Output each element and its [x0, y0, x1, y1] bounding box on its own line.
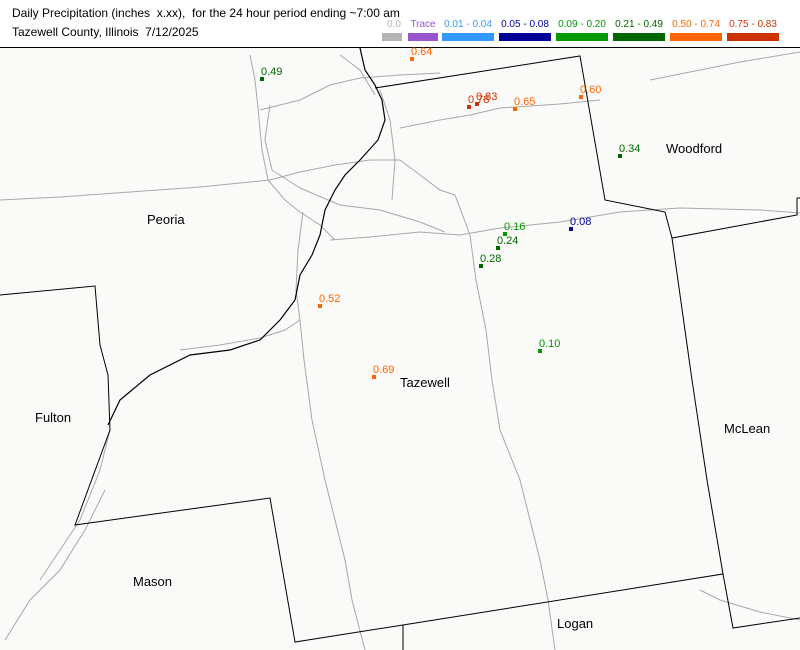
legend-item: 0.05 - 0.08 [499, 19, 551, 41]
legend-item: 0.21 - 0.49 [613, 19, 665, 41]
legend-swatch [442, 33, 494, 41]
legend-swatch [613, 33, 665, 41]
legend-swatch [499, 33, 551, 41]
station-value: 0.08 [570, 216, 592, 228]
legend-label: 0.21 - 0.49 [615, 19, 663, 30]
river-line [107, 48, 386, 426]
station-value: 0.65 [514, 96, 536, 108]
highway-line [259, 72, 441, 111]
county-label-mason: Mason [133, 574, 173, 589]
station-value: 0.64 [411, 46, 433, 58]
highway-line [179, 319, 301, 351]
highway-line [249, 54, 259, 109]
legend-label: 0.09 - 0.20 [558, 19, 606, 30]
map-header: Daily Precipitation (inches x.xx), for t… [0, 0, 800, 48]
station-value: 0.78 [468, 94, 490, 106]
county-label-logan: Logan [557, 616, 594, 631]
station-value: 0.34 [619, 143, 641, 155]
station-value: 0.16 [504, 221, 526, 233]
legend-item: 0.75 - 0.83 [727, 19, 779, 41]
map-title: Daily Precipitation (inches x.xx), for t… [12, 6, 400, 20]
legend-label: Trace [410, 19, 436, 30]
county-label-mclean: McLean [724, 421, 771, 436]
county-label-woodford: Woodford [666, 141, 723, 156]
highway-line [699, 589, 800, 621]
legend-label: 0.01 - 0.04 [444, 19, 492, 30]
station-value: 0.60 [580, 84, 602, 96]
highway-line [329, 207, 800, 241]
highway-line [0, 159, 471, 236]
highway-line [295, 211, 366, 650]
highway-line [339, 54, 376, 96]
legend-swatch [382, 33, 402, 41]
legend-swatch [727, 33, 779, 41]
station-value: 0.10 [539, 338, 561, 350]
highway-line [379, 89, 396, 201]
legend-swatch [670, 33, 722, 41]
highway-line [399, 99, 601, 129]
station-value: 0.52 [319, 293, 341, 305]
highway-line [649, 51, 800, 81]
legend-label: 0.0 [387, 19, 401, 30]
legend-item: 0.50 - 0.74 [670, 19, 722, 41]
highway-line [469, 234, 556, 650]
county-label-fulton: Fulton [35, 410, 72, 425]
station-value: 0.28 [480, 253, 502, 265]
highway-line [39, 429, 111, 581]
map-subtitle: Tazewell County, Illinois 7/12/2025 [12, 25, 199, 39]
precip-map: Peoria Woodford Fulton Tazewell McLean M… [0, 46, 800, 650]
legend-item: 0.09 - 0.20 [556, 19, 608, 41]
legend-swatch [408, 33, 438, 41]
legend-label: 0.05 - 0.08 [501, 19, 549, 30]
legend-label: 0.50 - 0.74 [672, 19, 720, 30]
station-value: 0.24 [497, 235, 519, 247]
county-label-tazewell: Tazewell [400, 375, 450, 390]
legend-item: Trace [408, 19, 438, 41]
station-value: 0.49 [261, 66, 283, 78]
county-border [0, 285, 800, 643]
legend-label: 0.75 - 0.83 [729, 19, 777, 30]
station-value: 0.69 [373, 364, 395, 376]
legend-swatch [556, 33, 608, 41]
highway-line [4, 489, 106, 641]
map-canvas [0, 48, 800, 650]
legend-item: 0.01 - 0.04 [442, 19, 494, 41]
county-label-peoria: Peoria [147, 212, 185, 227]
legend-item: 0.0 [382, 19, 406, 41]
county-border [671, 237, 724, 575]
